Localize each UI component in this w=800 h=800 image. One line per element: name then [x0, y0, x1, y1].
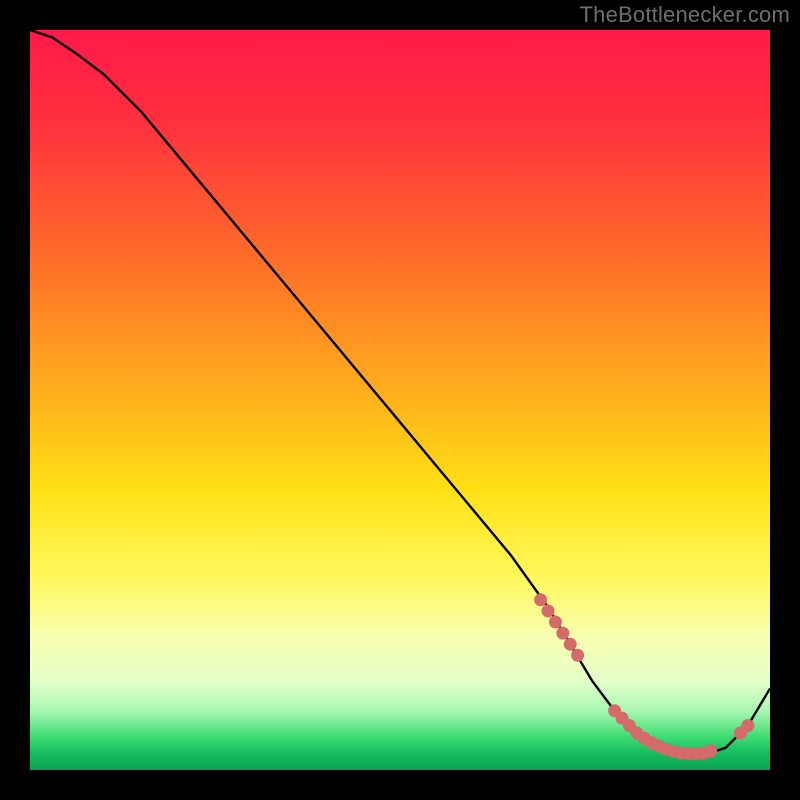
highlight-dot [704, 744, 717, 757]
bottleneck-chart [30, 30, 770, 770]
highlight-dot [556, 627, 569, 640]
highlight-dot [542, 604, 555, 617]
highlight-dot [549, 616, 562, 629]
attribution-text: TheBottlenecker.com [580, 2, 790, 28]
highlight-dot [741, 719, 754, 732]
chart-frame: TheBottlenecker.com [0, 0, 800, 800]
gradient-background [30, 30, 770, 770]
highlight-dot [564, 638, 577, 651]
highlight-dot [571, 649, 584, 662]
highlight-dot [534, 593, 547, 606]
plot-area [30, 30, 770, 770]
